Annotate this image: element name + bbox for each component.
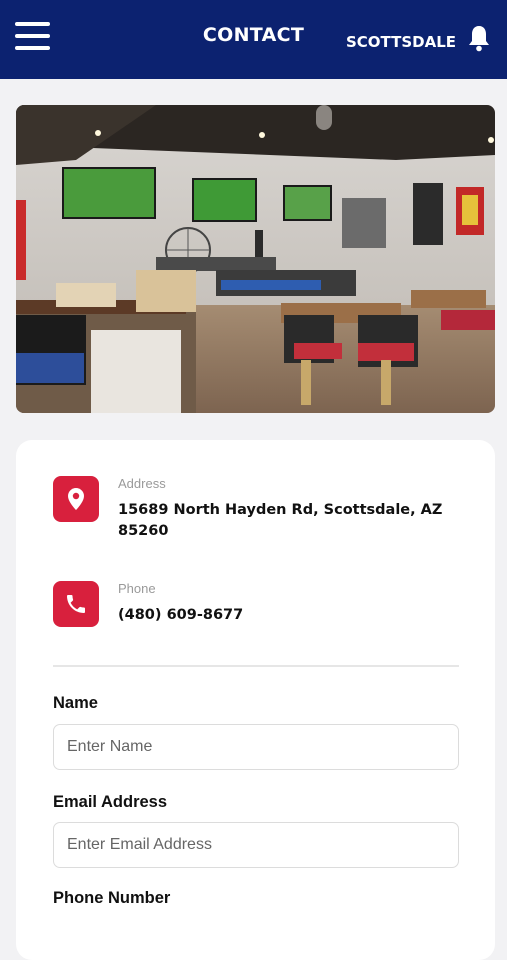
address-value[interactable]: 15689 North Hayden Rd, Scottsdale, AZ 85… (118, 500, 448, 542)
name-input[interactable] (53, 724, 459, 770)
top-app-bar: CONTACT SCOTTSDALE (0, 0, 507, 79)
bell-icon[interactable] (467, 24, 491, 52)
location-selector[interactable]: SCOTTSDALE (346, 33, 456, 51)
address-label: Address (118, 476, 166, 491)
phone-label: Phone (118, 581, 156, 596)
location-pin-icon (53, 476, 99, 522)
divider (53, 665, 459, 667)
phone-value[interactable]: (480) 609-8677 (118, 605, 448, 626)
restaurant-photo (16, 105, 495, 413)
phone-icon (53, 581, 99, 627)
email-field-label: Email Address (53, 793, 168, 811)
phone-number-field-label: Phone Number (53, 889, 171, 907)
name-field-label: Name (53, 694, 98, 712)
email-input[interactable] (53, 822, 459, 868)
contact-card: Address 15689 North Hayden Rd, Scottsdal… (16, 440, 495, 960)
